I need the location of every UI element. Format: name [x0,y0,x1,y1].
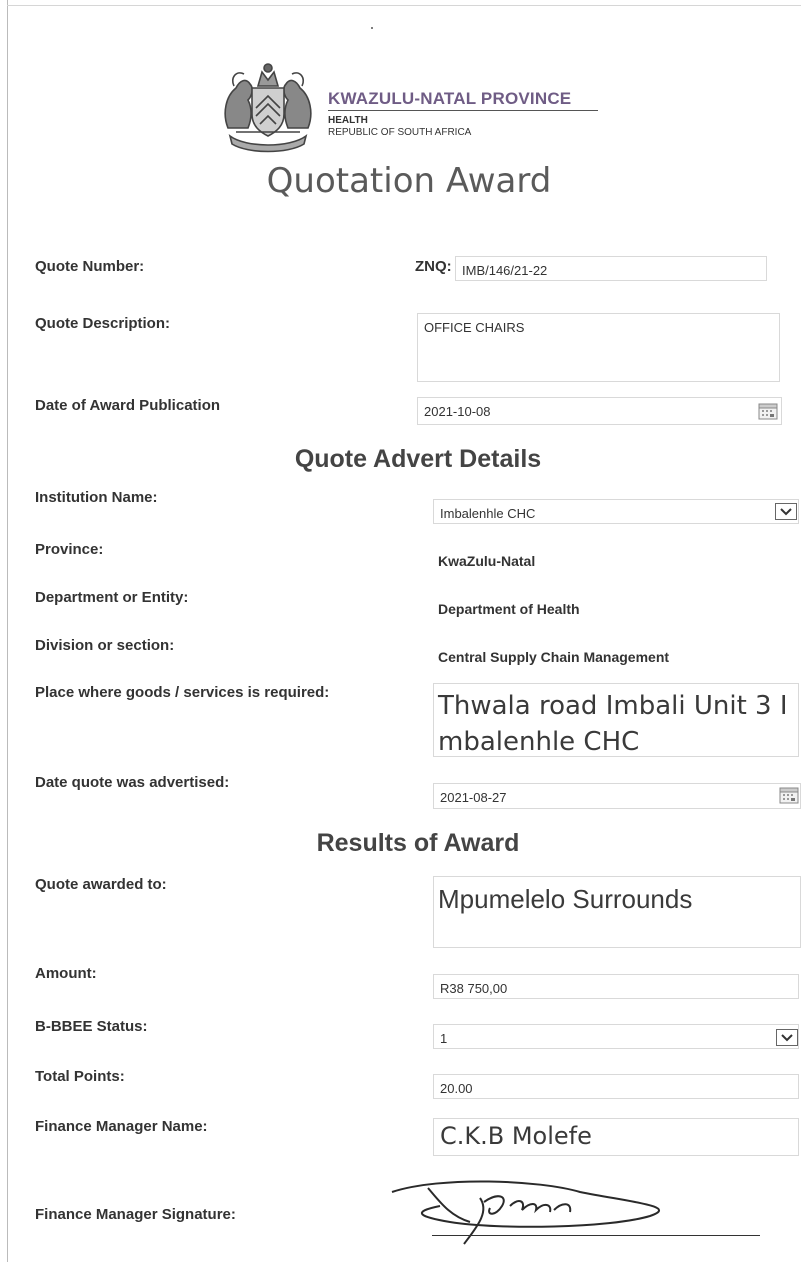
quote-description-field[interactable]: OFFICE CHAIRS [417,313,780,382]
page-title: Quotation Award [266,161,552,201]
header-rule [328,110,598,111]
advertised-date-field[interactable]: 2021-08-27 [433,783,801,809]
advert-details-heading: Quote Advert Details [294,445,542,473]
place-label: Place where goods / services is required… [35,684,330,701]
bbbee-status-select[interactable]: 1 [433,1024,799,1049]
quote-number-label: Quote Number: [35,258,145,275]
province-value: KwaZulu-Natal [438,553,536,569]
province-title: KWAZULU-NATAL PROVINCE [328,89,572,108]
department-label: HEALTH [328,115,368,126]
finance-manager-name-field[interactable]: C.K.B Molefe [433,1118,799,1156]
department-entity-value: Department of Health [438,601,580,617]
division-value: Central Supply Chain Management [438,649,670,665]
department-entity-label: Department or Entity: [35,589,189,606]
znq-prefix: ZNQ: [415,258,452,275]
institution-name-label: Institution Name: [35,489,158,506]
amount-label: Amount: [35,965,97,982]
awarded-to-label: Quote awarded to: [35,876,167,893]
total-points-label: Total Points: [35,1068,125,1085]
amount-field[interactable]: R38 750,00 [433,974,799,999]
bbbee-status-label: B-BBEE Status: [35,1018,148,1035]
quote-number-field[interactable]: IMB/146/21-22 [455,256,767,281]
finance-manager-name-label: Finance Manager Name: [35,1118,208,1135]
scan-dot [371,27,373,29]
publication-date-field[interactable]: 2021-10-08 [417,397,782,425]
coat-of-arms-icon [224,63,312,153]
republic-label: REPUBLIC OF SOUTH AFRICA [328,127,472,138]
quote-description-label: Quote Description: [35,315,171,332]
page-border-top [7,5,801,6]
calendar-icon[interactable] [779,786,799,804]
signature-line [432,1235,760,1236]
place-field[interactable]: Thwala road Imbali Unit 3 Imbalenhle CHC [433,683,799,757]
results-heading: Results of Award [316,829,520,857]
finance-manager-signature-label: Finance Manager Signature: [35,1206,236,1223]
chevron-down-icon [781,1034,793,1042]
publication-date-label: Date of Award Publication [35,397,221,414]
chevron-down-icon [780,508,792,516]
bbbee-dropdown-button[interactable] [776,1029,798,1046]
institution-dropdown-button[interactable] [775,503,797,520]
total-points-field[interactable]: 20.00 [433,1074,799,1099]
province-label: Province: [35,541,104,558]
institution-select[interactable]: Imbalenhle CHC [433,499,799,524]
calendar-icon[interactable] [758,402,778,420]
division-label: Division or section: [35,637,175,654]
awarded-to-field[interactable]: Mpumelelo Surrounds [433,876,801,948]
advertised-date-label: Date quote was advertised: [35,774,230,791]
